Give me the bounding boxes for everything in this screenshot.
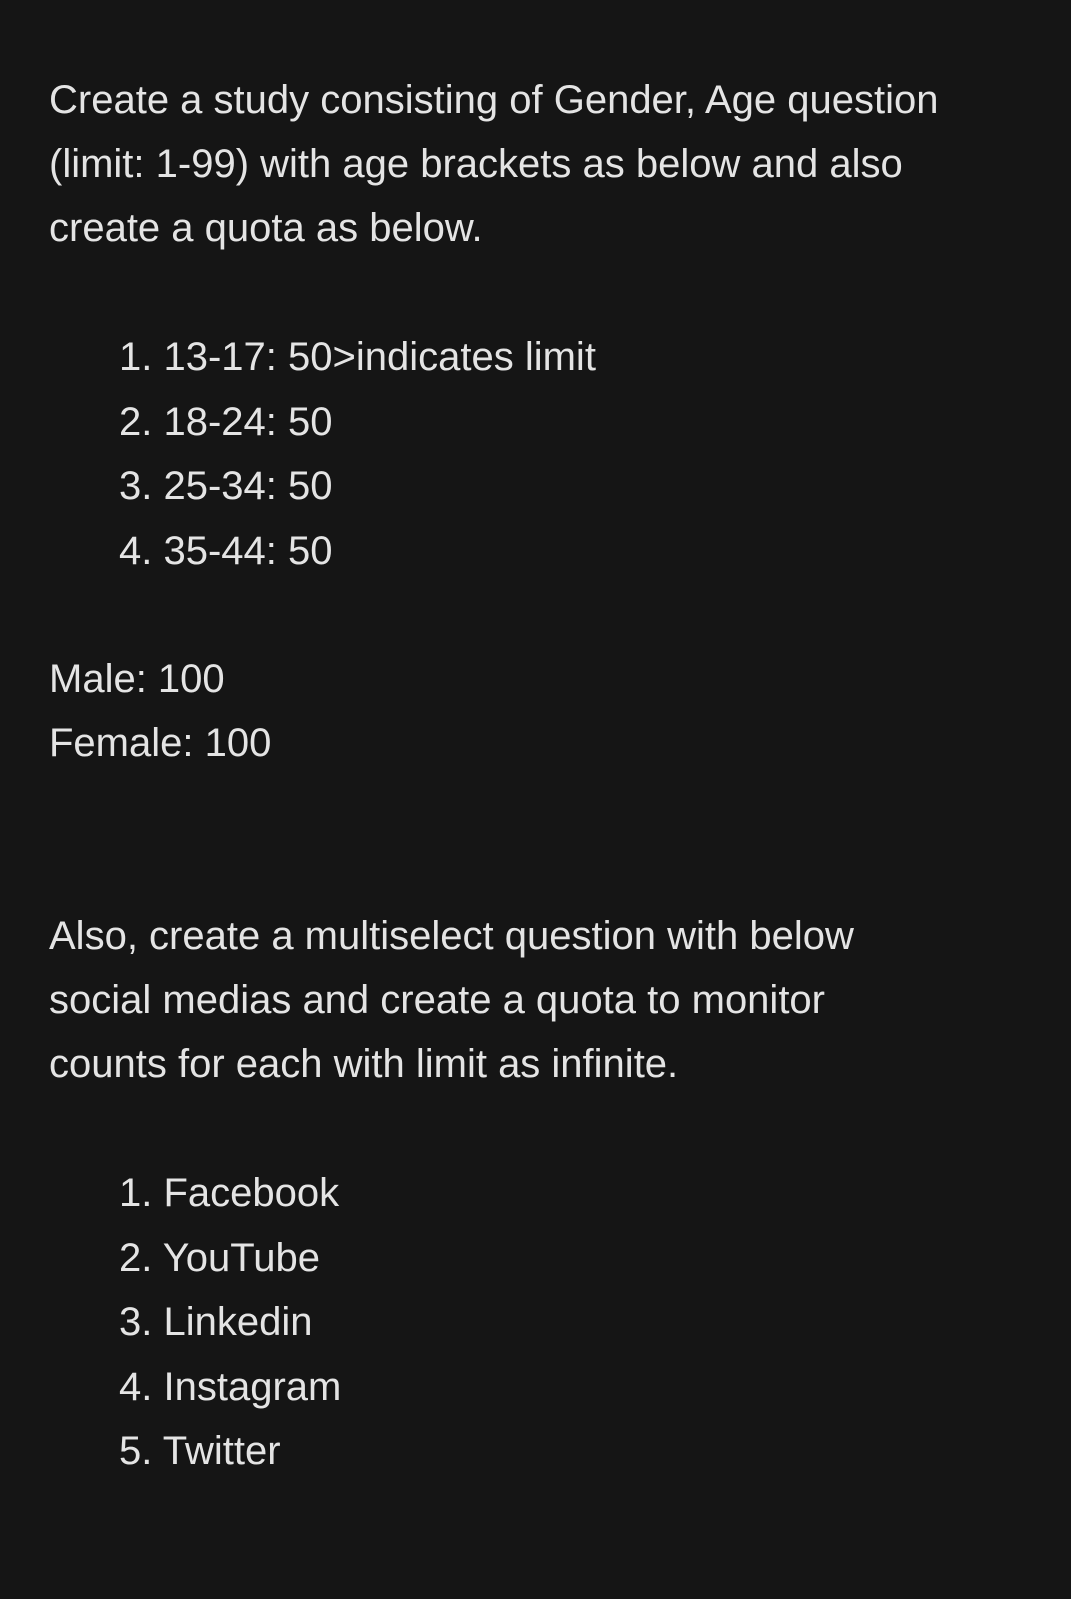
list-item: 2. 18-24: 50 bbox=[119, 399, 333, 444]
list-item: 4. 35-44: 50 bbox=[119, 528, 333, 573]
intro-line: Create a study consisting of Gender, Age… bbox=[49, 78, 939, 122]
list-item: 2. YouTube bbox=[119, 1235, 320, 1280]
intro-paragraph: Create a study consisting of Gender, Age… bbox=[49, 68, 1039, 260]
list-item: 1. 13-17: 50>indicates limit bbox=[119, 335, 596, 379]
intro-line: (limit: 1-99) with age brackets as below… bbox=[49, 142, 903, 186]
social-media-list: 1. Facebook 2. YouTube 3. Linkedin 4. In… bbox=[119, 1161, 341, 1484]
list-item: 4. Instagram bbox=[119, 1364, 342, 1409]
social-line: social medias and create a quota to moni… bbox=[49, 978, 825, 1022]
age-bracket-list: 1. 13-17: 50>indicates limit 2. 18-24: 5… bbox=[119, 325, 596, 583]
list-item: 5. Twitter bbox=[119, 1429, 281, 1473]
intro-line: create a quota as below. bbox=[49, 206, 483, 250]
document-page: Create a study consisting of Gender, Age… bbox=[0, 0, 1071, 1599]
social-paragraph: Also, create a multiselect question with… bbox=[49, 904, 1039, 1096]
list-item: 1. Facebook bbox=[119, 1171, 340, 1215]
gender-quota: Male: 100 Female: 100 bbox=[49, 647, 271, 775]
list-item: 3. 25-34: 50 bbox=[119, 464, 333, 508]
social-line: counts for each with limit as infinite. bbox=[49, 1042, 679, 1086]
social-line: Also, create a multiselect question with… bbox=[49, 914, 854, 958]
list-item: 3. Linkedin bbox=[119, 1300, 313, 1344]
gender-quota-line: Female: 100 bbox=[49, 721, 272, 765]
gender-quota-line: Male: 100 bbox=[49, 657, 225, 701]
